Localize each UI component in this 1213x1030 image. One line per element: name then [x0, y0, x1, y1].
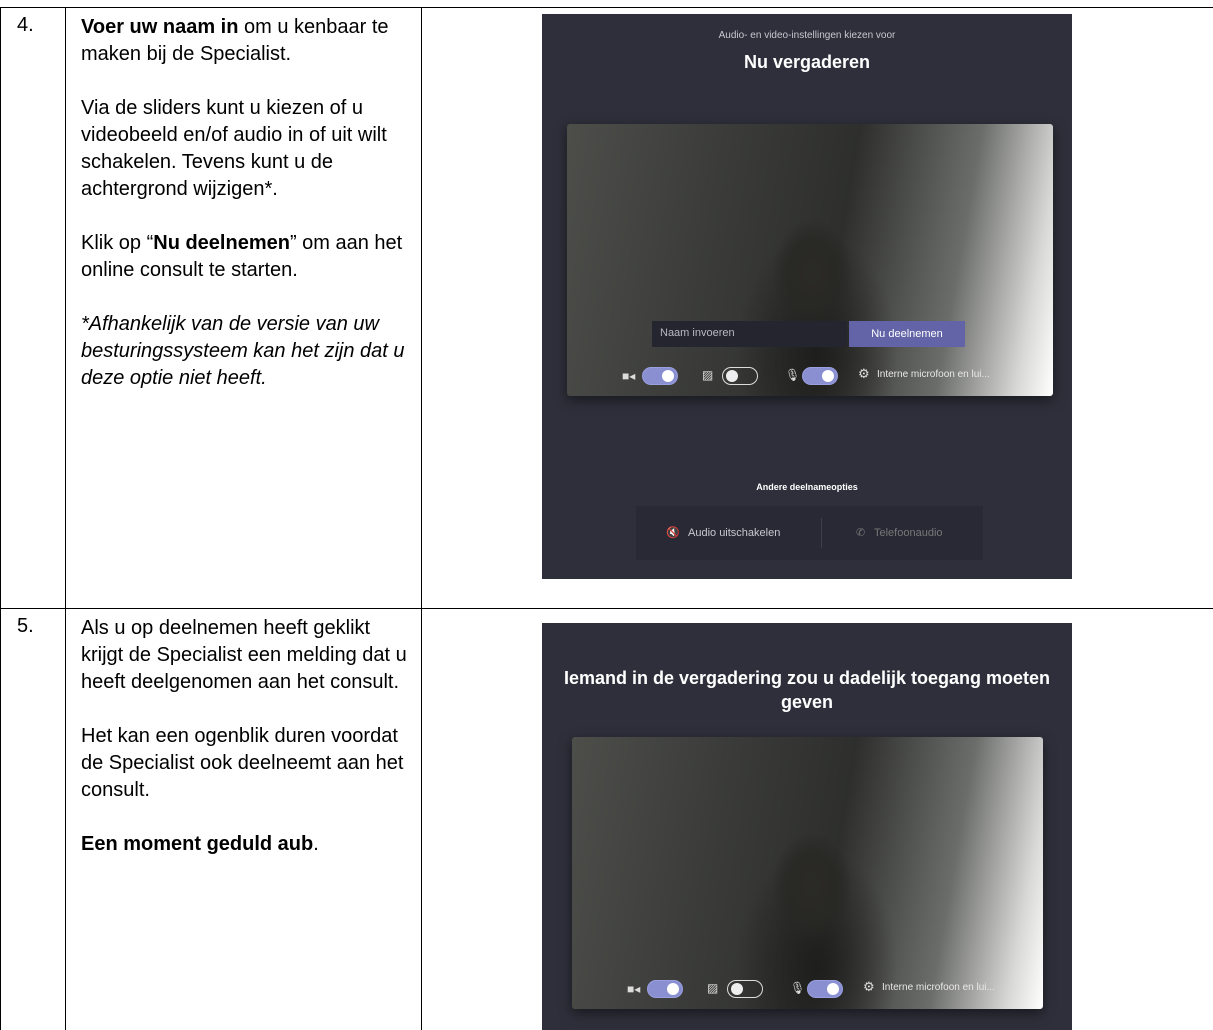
bold-text: Een moment geduld aub — [81, 833, 314, 855]
screen-title: Nu vergaderen — [743, 52, 871, 72]
paragraph: Een moment geduld aub. — [81, 831, 411, 858]
microphone-icon: 🎙 — [790, 981, 806, 995]
audio-off-option[interactable]: Audio uitschakelen — [688, 527, 780, 539]
phone-icon: ✆ — [856, 527, 866, 539]
step-description: Als u op deelnemen heeft geklikt krijgt … — [81, 615, 411, 885]
paragraph: Klik op “Nu deelnemen” om aan het online… — [81, 230, 411, 284]
footnote: *Afhankelijk van de versie van uw bestur… — [81, 313, 405, 389]
bold-text: Voer uw naam in — [81, 16, 239, 38]
video-preview: ■◂ ▨ 🎙 ⚙ Interne microfoon en lui... — [572, 737, 1043, 1009]
blur-icon: ▨ — [707, 981, 719, 995]
table-border-middle — [0, 608, 1213, 609]
join-now-button[interactable]: Nu deelnemen — [849, 321, 965, 347]
text: Klik op “ — [81, 232, 154, 254]
camera-icon: ■◂ — [622, 369, 636, 383]
phone-audio-option[interactable]: Telefoonaudio — [874, 527, 943, 539]
camera-toggle[interactable] — [642, 367, 678, 385]
step-number: 5. — [17, 615, 34, 637]
options-divider — [821, 518, 822, 548]
speaker-muted-icon: 🔇 — [666, 527, 680, 539]
blur-icon: ▨ — [702, 368, 714, 382]
screen-title: Iemand in de vergadering zou u dadelijk … — [563, 668, 1051, 712]
background-blur-toggle[interactable] — [727, 980, 763, 998]
step-number: 4. — [17, 14, 34, 36]
table-border-left — [0, 7, 1, 1030]
paragraph: Als u op deelnemen heeft geklikt krijgt … — [81, 617, 407, 693]
other-options-panel: 🔇 Audio uitschakelen ✆ Telefoonaudio — [636, 506, 983, 560]
audio-device-label[interactable]: Interne microfoon en lui... — [882, 982, 995, 993]
microphone-icon: 🎙 — [785, 368, 801, 382]
gear-icon[interactable]: ⚙ — [858, 367, 870, 381]
screenshot-waiting-lobby: Iemand in de vergadering zou u dadelijk … — [542, 623, 1072, 1030]
audio-device-label[interactable]: Interne microfoon en lui... — [877, 369, 990, 380]
video-feed — [572, 737, 1043, 1009]
camera-toggle[interactable] — [647, 980, 683, 998]
microphone-toggle[interactable] — [807, 980, 843, 998]
video-preview: Naam invoeren Nu deelnemen ■◂ ▨ 🎙 ⚙ Inte… — [567, 124, 1053, 396]
other-options-label: Andere deelnameopties — [756, 482, 858, 492]
paragraph: Voer uw naam in om u kenbaar te maken bi… — [81, 14, 411, 68]
table-border-col2 — [421, 7, 422, 1030]
screen-subtitle: Audio- en video-instellingen kiezen voor — [718, 30, 896, 41]
paragraph: Het kan een ogenblik duren voordat de Sp… — [81, 725, 404, 801]
table-border-col1 — [65, 7, 66, 1030]
screenshot-join-settings: Audio- en video-instellingen kiezen voor… — [542, 14, 1072, 579]
step-description: Voer uw naam in om u kenbaar te maken bi… — [81, 14, 411, 392]
microphone-toggle[interactable] — [802, 367, 838, 385]
paragraph: Via de sliders kunt u kiezen of u videob… — [81, 97, 387, 200]
camera-icon: ■◂ — [627, 982, 641, 996]
text: . — [313, 833, 319, 855]
bold-text: Nu deelnemen — [153, 232, 290, 254]
gear-icon[interactable]: ⚙ — [863, 980, 875, 994]
table-border-top — [0, 7, 1213, 8]
name-input[interactable]: Naam invoeren — [652, 321, 847, 347]
video-feed — [567, 124, 1053, 396]
background-blur-toggle[interactable] — [722, 367, 758, 385]
